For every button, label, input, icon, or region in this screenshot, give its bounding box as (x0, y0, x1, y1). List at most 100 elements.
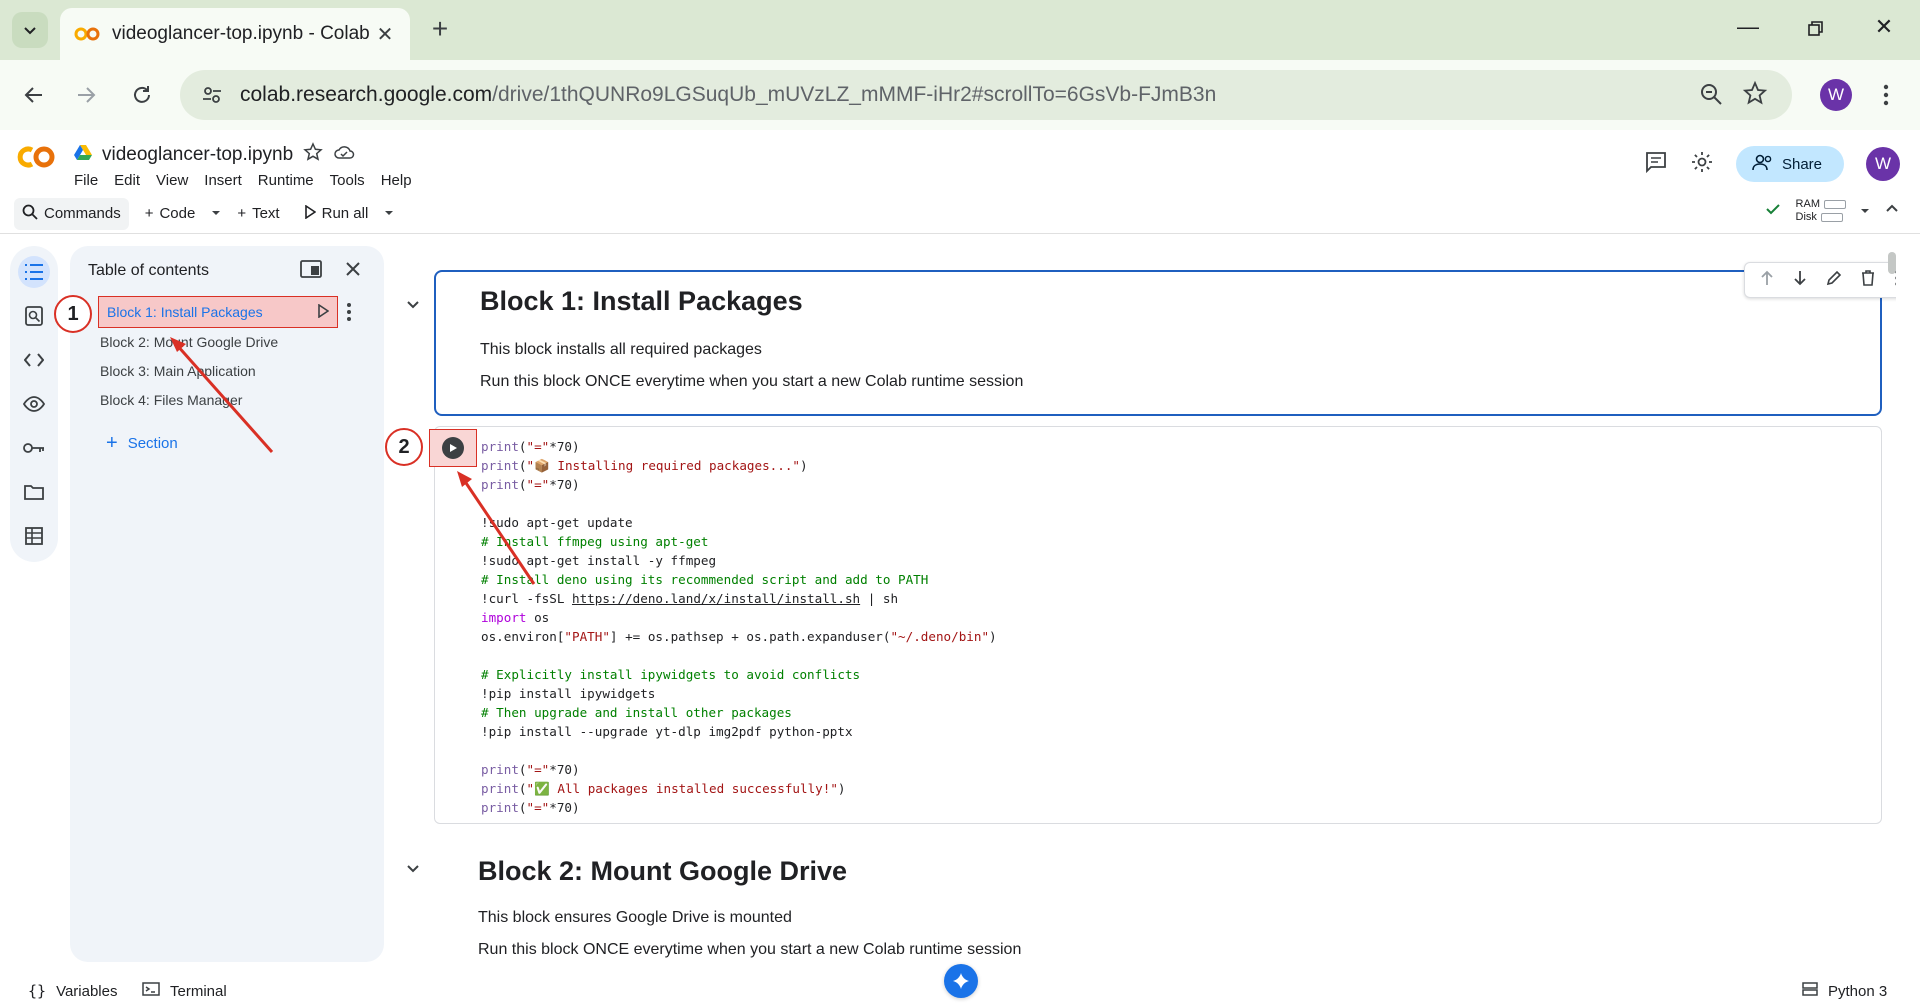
notebook-scrollbar[interactable] (1888, 252, 1896, 274)
toc-item-block3[interactable]: Block 3: Main Application (100, 363, 256, 379)
run-cell-highlight[interactable] (429, 429, 477, 467)
move-down-icon[interactable] (1793, 270, 1807, 291)
table-of-contents-icon[interactable] (18, 256, 50, 288)
plus-icon: + (106, 432, 118, 454)
minimize-window-button[interactable]: — (1730, 14, 1766, 46)
delete-trash-icon[interactable] (1861, 269, 1875, 291)
run-cell-button[interactable] (442, 437, 464, 459)
add-text-button[interactable]: + Text (229, 198, 287, 230)
toc-item-block2[interactable]: Block 2: Mount Google Drive (100, 334, 278, 350)
sparkle-icon (953, 973, 969, 989)
close-window-button[interactable]: ✕ (1866, 14, 1902, 46)
zoom-icon[interactable] (1698, 79, 1724, 114)
menu-insert[interactable]: Insert (204, 172, 242, 189)
browser-menu-icon[interactable] (1874, 79, 1898, 111)
code-link[interactable]: https://deno.land/x/install/install.sh (572, 591, 860, 606)
commands-label: Commands (44, 205, 121, 222)
edit-pencil-icon[interactable] (1826, 270, 1842, 291)
secrets-key-icon[interactable] (18, 432, 50, 464)
menu-tools[interactable]: Tools (330, 172, 365, 189)
notebook-title[interactable]: videoglancer-top.ipynb (102, 144, 293, 166)
settings-gear-icon[interactable] (1690, 150, 1714, 179)
run-all-button[interactable]: Run all (296, 198, 377, 230)
browser-tab[interactable]: videoglancer-top.ipynb - Colab ✕ (60, 8, 410, 60)
runtime-type-button[interactable]: Python 3 (1802, 982, 1887, 1000)
menu-help[interactable]: Help (381, 172, 412, 189)
code-line: # Install ffmpeg using apt-get (481, 534, 709, 549)
block1-line2: Run this block ONCE everytime when you s… (480, 373, 1024, 390)
collapse-section-icon[interactable] (402, 858, 424, 880)
ram-bar (1824, 200, 1846, 209)
code-line: # Install deno using its recommended scr… (481, 572, 929, 587)
code-line: !sudo apt-get install -y ffmpeg (481, 553, 717, 568)
site-info-icon[interactable] (196, 84, 228, 106)
menu-view[interactable]: View (156, 172, 188, 189)
collapse-section-icon[interactable] (402, 294, 424, 316)
new-tab-button[interactable]: + (424, 14, 456, 46)
close-tab-icon[interactable]: ✕ (374, 22, 396, 47)
code-cell-block1[interactable]: print("="*70) print("📦 Installing require… (429, 426, 1882, 824)
commands-button[interactable]: Commands (14, 197, 129, 230)
comments-icon[interactable] (1644, 150, 1668, 179)
files-folder-icon[interactable] (18, 476, 50, 508)
code-token: "~/.deno/bin" (890, 629, 990, 644)
runtime-dropdown-icon[interactable] (1860, 203, 1870, 220)
move-up-icon[interactable] (1760, 270, 1774, 291)
bookmark-star-icon[interactable] (1742, 79, 1768, 114)
toc-item-block4[interactable]: Block 4: Files Manager (100, 392, 242, 408)
find-replace-icon[interactable] (18, 300, 50, 332)
browser-profile-avatar[interactable]: W (1820, 79, 1852, 111)
code-snippets-icon[interactable] (18, 344, 50, 376)
menu-runtime[interactable]: Runtime (258, 172, 314, 189)
code-token: print (481, 762, 519, 777)
data-table-icon[interactable] (18, 520, 50, 552)
share-button[interactable]: Share (1735, 146, 1844, 182)
block1-heading: Block 1: Install Packages (480, 286, 803, 316)
side-rail (10, 246, 58, 562)
menu-file[interactable]: File (74, 172, 98, 189)
menu-edit[interactable]: Edit (114, 172, 140, 189)
add-section-button[interactable]: + Section (106, 432, 178, 455)
address-bar[interactable]: colab.research.google.com/drive/1thQUNRo… (180, 70, 1792, 120)
notebook-toolbar: Commands + Code + Text Run all RAM Disk (0, 194, 1920, 234)
terminal-button[interactable]: Terminal (142, 982, 227, 1000)
variables-button[interactable]: {} Variables (28, 982, 117, 1000)
reload-button[interactable] (124, 77, 160, 113)
cloud-saved-icon (333, 143, 355, 166)
run-section-icon[interactable] (317, 303, 330, 321)
account-avatar[interactable]: W (1866, 147, 1900, 181)
plus-icon: + (237, 205, 247, 222)
code-editor[interactable]: print("="*70) print("📦 Installing require… (481, 437, 997, 817)
variables-inspector-icon[interactable] (18, 388, 50, 420)
code-token: "PATH" (564, 629, 610, 644)
resource-monitor[interactable]: RAM Disk (1796, 198, 1846, 224)
add-code-button[interactable]: + Code (137, 198, 204, 230)
forward-button[interactable] (68, 77, 104, 113)
text-cell-block1[interactable]: Block 1: Install Packages This block ins… (434, 262, 1896, 416)
code-token: "✅ All packages installed successfully!" (526, 781, 838, 796)
star-icon[interactable] (303, 142, 323, 167)
code-token: print (481, 458, 519, 473)
runtime-label: Python 3 (1828, 982, 1888, 1000)
url-text[interactable]: colab.research.google.com/drive/1thQUNRo… (240, 83, 1216, 107)
close-panel-icon[interactable] (344, 260, 362, 283)
toc-item-block1[interactable]: Block 1: Install Packages (98, 296, 338, 328)
restore-window-button[interactable] (1798, 14, 1834, 46)
tab-search-button[interactable] (12, 12, 48, 48)
gemini-sparkle-button[interactable] (944, 964, 978, 998)
text-cell-block2[interactable]: Block 2: Mount Google Drive This block e… (478, 856, 1021, 959)
code-line: !sudo apt-get update (481, 515, 633, 530)
colab-logo-icon[interactable] (14, 144, 56, 175)
run-all-dropdown-icon[interactable] (384, 205, 394, 222)
ram-label: RAM (1795, 198, 1820, 210)
code-line: !pip install ipywidgets (481, 686, 656, 701)
code-dropdown-icon[interactable] (211, 205, 221, 222)
back-button[interactable] (16, 77, 52, 113)
code-line: import os (481, 608, 997, 627)
add-text-label: Text (252, 205, 280, 222)
toc-more-options-icon[interactable] (346, 302, 352, 327)
open-in-tab-icon[interactable] (300, 260, 322, 283)
chevron-up-icon[interactable] (1884, 201, 1900, 221)
